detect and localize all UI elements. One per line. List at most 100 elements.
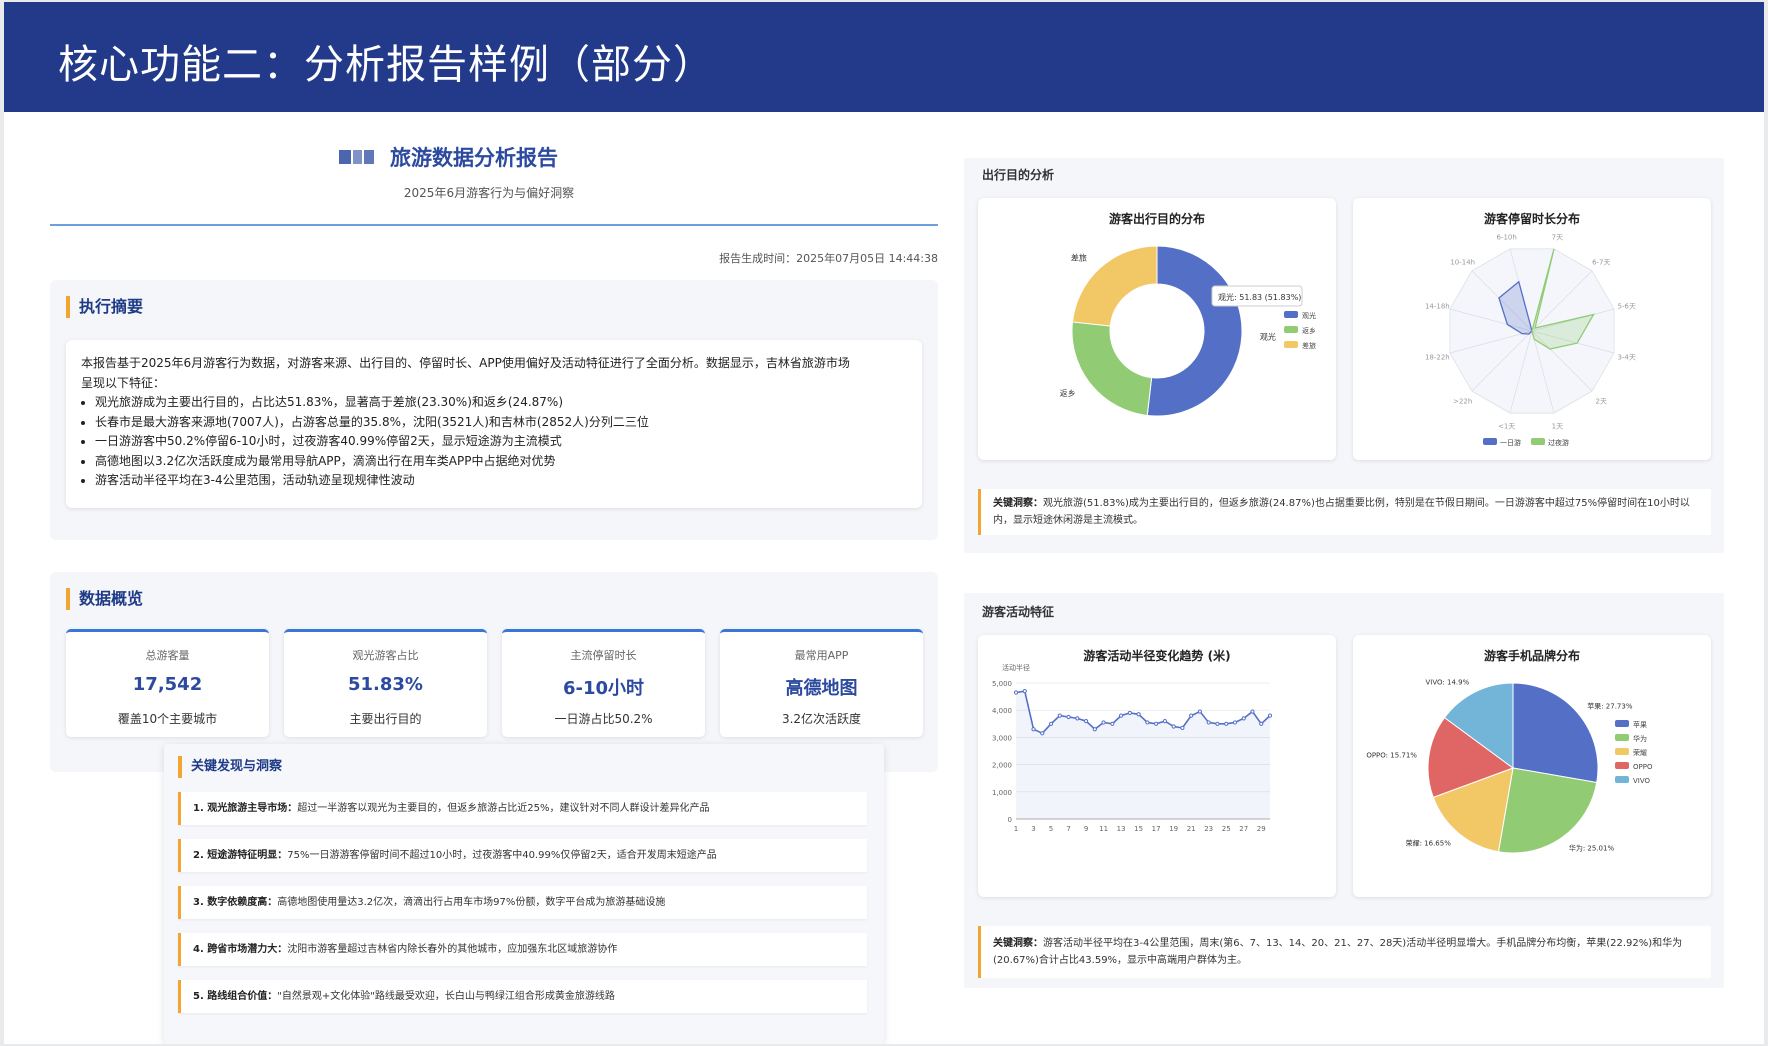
slice-label: 观光 [1260,332,1276,342]
summary-heading: 执行摘要 [66,296,143,318]
legend-swatch [1615,720,1629,727]
legend-label: 差旅 [1302,341,1316,350]
y-tick-label: 1,000 [992,789,1012,797]
line-point [1145,720,1150,725]
radar-axis-label: 6-10h [1496,233,1516,241]
line-point [1206,720,1211,725]
summary-intro-2: 呈现以下特征： [81,375,166,390]
x-tick-label: 29 [1257,825,1266,833]
finding-item: 1. 观光旅游主导市场：超过一半游客以观光为主要目的，但返乡旅游占比近25%，建… [178,792,867,825]
y-tick-label: 4,000 [992,707,1012,715]
y-tick-label: 5,000 [992,680,1012,688]
line-point [1197,709,1203,714]
line-point [1154,721,1159,726]
findings-heading: 关键发现与洞察 [178,756,282,778]
legend-swatch [1615,776,1629,783]
radar-axis-label: >22h [1453,397,1472,405]
x-tick-label: 21 [1187,825,1196,833]
finding-item: 5. 路线组合价值："自然景观+文化体验"路线最受欢迎，长白山与鸭绿江组合形成黄… [178,980,867,1013]
summary-bullets: 观光旅游成为主要出行目的，占比达51.83%，显著高于差旅(23.30%)和返乡… [81,393,850,491]
line-point [1066,714,1071,720]
radar-axis-label: 1天 [1552,423,1563,431]
line-point [1075,716,1080,721]
legend-swatch [1615,734,1629,741]
summary-bullet: 观光旅游成为主要出行目的，占比达51.83%，显著高于差旅(23.30%)和返乡… [95,393,850,413]
x-tick-label: 19 [1169,825,1178,833]
legend-label: VIVO [1633,777,1651,785]
kpi-sub: 主要出行目的 [349,712,422,726]
legend-label: 返乡 [1302,327,1316,335]
line-point [1241,716,1246,721]
legend-swatch [1284,341,1298,348]
line-point [1040,731,1045,736]
line-point [1057,713,1062,718]
line-point [1013,690,1019,695]
line-point [1180,725,1185,730]
x-tick-label: 5 [1049,825,1053,833]
radar-axis-label: 18-22h [1425,353,1450,361]
line-point [1136,712,1141,717]
legend-label: 一日游 [1500,438,1521,447]
y-tick-label: 2,000 [992,762,1012,770]
kpi-value: 高德地图 [785,678,858,699]
purpose-donut-card: 游客出行目的分布 观光 返乡 差旅 观光 返乡 差旅 观光: 51.83 (51.83%) [978,198,1336,460]
x-tick-label: 23 [1204,825,1213,833]
tooltip-text: 观光: 51.83 (51.83%) [1218,292,1301,302]
radar-axis-label: <1天 [1498,423,1515,431]
slide: 核心功能二：分析报告样例（部分） 旅游数据分析报告 2025年6月游客行为与偏好… [4,2,1764,1044]
line-point [1162,718,1167,724]
kpi-card-sightseeing-share: 观光游客占比 51.83% 主要出行目的 [284,629,487,737]
report-logo [339,148,375,166]
legend-label: 荣耀 [1633,748,1647,757]
donut-slice [1071,321,1153,416]
finding-item: 4. 跨省市场潜力大：沈阳市游客量超过吉林省内除长春外的其他城市，应加强东北区域… [178,933,867,966]
line-point [1232,720,1238,725]
summary-bullet: 高德地图以3.2亿次活跃度成为最常用导航APP，滴滴出行在用车类APP中占据绝对… [95,452,850,472]
kpi-value: 51.83% [348,674,423,695]
overview-heading: 数据概览 [66,588,143,610]
legend-swatch [1531,438,1545,445]
radius-line-chart: 活动半径01,0002,0003,0004,0005,0001 3 5 7 9 11 13 1… [992,663,1273,833]
line-point [1171,724,1176,729]
kpi-card-stay-duration: 主流停留时长 6-10小时 一日游占比50.2% [502,629,705,737]
purpose-insight-note: 关键洞察：观光旅游(51.83%)成为主要出行目的，但返乡旅游(24.87%)也… [978,489,1711,535]
line-point [1127,710,1132,716]
radar-axis-label: 3-4天 [1617,353,1635,361]
line-point [1224,721,1229,726]
legend-label: 华为 [1633,734,1647,743]
legend-swatch [1284,326,1298,333]
line-point [1083,718,1089,724]
phone-brand-pie-chart: 苹果: 27.73% 华为: 25.01% 荣耀: 16.65% OPPO: 15.7… [1366,678,1653,854]
legend-swatch [1615,748,1629,755]
donut-slice [1146,245,1243,417]
slice-label: OPPO: 15.71% [1366,751,1417,759]
line-point [1092,727,1097,732]
kpi-card-total-visitors: 总游客量 17,542 覆盖10个主要城市 [66,629,269,737]
kpi-sub: 3.2亿次活跃度 [781,712,862,726]
slice-label: 返乡 [1060,389,1076,398]
activity-section-title: 游客活动特征 [982,605,1055,619]
stay-radar-card: 游客停留时长分布 7天 6-7天 5-6天 3-4天 2天 1天 <1天 >22h 18-22h… [1353,198,1711,460]
x-tick-label: 27 [1239,825,1248,833]
line-point [1048,721,1054,726]
y-tick-label: 3,000 [992,734,1012,742]
purpose-donut-chart: 观光返乡差旅观光返乡差旅观光: 51.83 (51.83%) [1060,245,1316,417]
title-banner: 核心功能二：分析报告样例（部分） [4,2,1764,112]
findings-panel: 关键发现与洞察 1. 观光旅游主导市场：超过一半游客以观光为主要目的，但返乡旅游… [164,744,884,1044]
finding-item: 3. 数字依赖度高：高德地图使用量达3.2亿次，滴滴出行占用车市场97%份额，数… [178,886,867,919]
kpi-label: 最常用APP [794,649,849,662]
y-tick-label: 0 [1008,816,1012,824]
x-tick-label: 3 [1031,825,1035,833]
slice-label: 苹果: 27.73% [1587,702,1633,711]
radar-axis-label: 6-7天 [1592,259,1610,267]
x-tick-label: 25 [1222,825,1231,833]
slice-label: VIVO: 14.9% [1426,678,1470,686]
summary-card: 本报告基于2025年6月游客行为数据，对游客来源、出行目的、停留时长、APP使用… [66,340,922,508]
slide-title: 核心功能二：分析报告样例（部分） [58,42,714,88]
kpi-card-top-app: 最常用APP 高德地图 3.2亿次活跃度 [720,629,923,737]
radar-axis-label: 7天 [1552,233,1563,241]
line-point [1110,721,1115,726]
x-tick-label: 1 [1014,825,1018,833]
title-divider [50,224,938,226]
line-point [1267,713,1273,718]
